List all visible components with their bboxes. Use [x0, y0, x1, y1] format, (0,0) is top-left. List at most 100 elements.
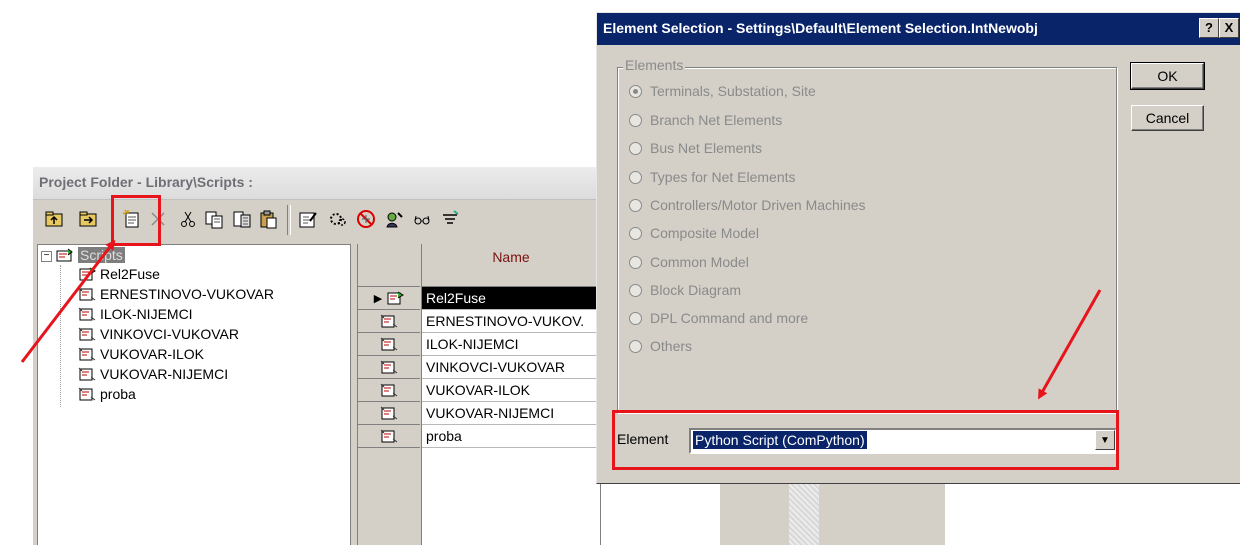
radio-types-for-net-elements[interactable]: Types for Net Elements [629, 167, 796, 187]
radio-label: Composite Model [650, 225, 759, 241]
script-icon [78, 367, 96, 381]
radio-icon [629, 339, 642, 353]
elements-group-label: Elements [623, 57, 686, 73]
tree-item[interactable]: ERNESTINOVO-VUKOVAR [78, 284, 274, 304]
radio-label: Bus Net Elements [650, 140, 763, 156]
table-row[interactable]: ILOK-NIJEMCI [422, 333, 601, 356]
tree-item[interactable]: VINKOVCI-VUKOVAR [78, 324, 239, 344]
script-icon [380, 383, 398, 397]
row-indicator[interactable] [358, 425, 420, 448]
cut-icon[interactable] [177, 208, 199, 230]
copy-icon[interactable] [203, 208, 225, 230]
script-icon [380, 360, 398, 374]
radio-others[interactable]: Others [629, 336, 692, 356]
tree-item-label: VUKOVAR-ILOK [100, 346, 204, 362]
script-icon [387, 291, 405, 305]
tree-item[interactable]: Rel2Fuse [78, 264, 160, 284]
radio-label: Types for Net Elements [650, 169, 796, 185]
script-icon [79, 267, 96, 281]
radio-label: DPL Command and more [650, 310, 809, 326]
paste-icon[interactable] [257, 208, 279, 230]
dialog-titlebar[interactable]: Element Selection - Settings\Default\Ele… [597, 13, 1240, 45]
row-indicator[interactable] [358, 333, 420, 356]
script-icon [78, 347, 96, 361]
table-row[interactable]: VUKOVAR-ILOK [422, 379, 601, 402]
radio-label: Controllers/Motor Driven Machines [650, 197, 866, 213]
annotation-highlight-new-button [111, 195, 161, 246]
radio-selected-icon [629, 84, 642, 98]
folder-up-icon[interactable] [43, 208, 65, 230]
radio-label: Block Diagram [650, 282, 742, 298]
row-indicator[interactable] [358, 379, 420, 402]
tree-item[interactable]: proba [78, 384, 136, 404]
script-icon [380, 406, 398, 420]
radio-icon [629, 283, 642, 297]
dialog-title: Element Selection - Settings\Default\Ele… [603, 20, 1038, 36]
radio-icon [629, 226, 642, 240]
tree-collapse-toggle[interactable]: − [41, 251, 52, 262]
tree-item[interactable]: ILOK-NIJEMCI [78, 304, 193, 324]
paste-special-icon[interactable] [231, 208, 253, 230]
execute-icon[interactable] [327, 208, 349, 230]
tree-root[interactable]: Scripts [56, 245, 125, 265]
column-header-label: Name [492, 249, 530, 265]
row-indicator[interactable] [358, 356, 420, 379]
ok-button[interactable]: OK [1130, 62, 1205, 90]
background-hatch [789, 481, 819, 545]
radio-composite-model[interactable]: Composite Model [629, 223, 759, 243]
script-icon [78, 307, 96, 321]
tree-item-label: VUKOVAR-NIJEMCI [100, 366, 229, 382]
scripts-folder-icon [56, 248, 73, 262]
row-indicator[interactable]: ▶ [358, 287, 420, 310]
folder-open-icon[interactable] [77, 208, 99, 230]
table-row[interactable]: Rel2Fuse [422, 287, 601, 310]
radio-block-diagram[interactable]: Block Diagram [629, 280, 741, 300]
table-row[interactable]: proba [422, 425, 601, 448]
radio-terminals[interactable]: Terminals, Substation, Site [629, 81, 816, 101]
radio-icon [629, 141, 642, 155]
radio-label: Branch Net Elements [650, 112, 783, 128]
filter-icon[interactable] [439, 208, 461, 230]
tree-item-label: ILOK-NIJEMCI [100, 306, 193, 322]
radio-bus-net-elements[interactable]: Bus Net Elements [629, 138, 762, 158]
table-row[interactable]: VUKOVAR-NIJEMCI [422, 402, 601, 425]
script-icon [78, 387, 96, 401]
tree-item-label: Rel2Fuse [100, 266, 160, 282]
row-indicator[interactable] [358, 402, 420, 425]
edit-icon[interactable] [297, 208, 319, 230]
radio-controllers[interactable]: Controllers/Motor Driven Machines [629, 195, 866, 215]
script-icon [380, 337, 398, 351]
cancel-button[interactable]: Cancel [1131, 105, 1204, 131]
radio-common-model[interactable]: Common Model [629, 252, 749, 272]
radio-label: Common Model [650, 254, 749, 270]
tree-item-label: proba [100, 386, 136, 402]
project-tree[interactable]: − Scripts Rel2Fuse ERNESTINOVO-VUKOVAR I… [37, 244, 351, 545]
tree-root-label: Scripts [78, 247, 125, 263]
script-icon [78, 327, 96, 341]
help-button[interactable]: ? [1199, 18, 1219, 38]
radio-icon [629, 311, 642, 325]
block-icon[interactable] [355, 208, 377, 230]
find-icon[interactable] [383, 208, 405, 230]
radio-label: Terminals, Substation, Site [650, 83, 816, 99]
radio-branch-net-elements[interactable]: Branch Net Elements [629, 110, 782, 130]
script-icon [380, 314, 398, 328]
table-empty-area [422, 448, 601, 545]
table-row[interactable]: VINKOVCI-VUKOVAR [422, 356, 601, 379]
radio-dpl-command[interactable]: DPL Command and more [629, 308, 808, 328]
glasses-icon[interactable] [411, 208, 433, 230]
radio-icon [629, 198, 642, 212]
script-icon [380, 429, 398, 443]
close-button[interactable]: X [1219, 18, 1239, 38]
row-indicator[interactable] [358, 310, 420, 333]
tree-item[interactable]: VUKOVAR-ILOK [78, 344, 204, 364]
background-panel [720, 481, 945, 545]
tree-item[interactable]: VUKOVAR-NIJEMCI [78, 364, 228, 384]
indicator-header [358, 244, 420, 287]
table-row[interactable]: ERNESTINOVO-VUKOV. [422, 310, 601, 333]
tree-item-label: ERNESTINOVO-VUKOVAR [100, 286, 274, 302]
current-row-arrow-icon: ▶ [373, 292, 383, 305]
column-header-name[interactable]: Name [422, 244, 601, 287]
radio-label: Others [650, 338, 693, 354]
annotation-highlight-element-field [612, 410, 1119, 470]
